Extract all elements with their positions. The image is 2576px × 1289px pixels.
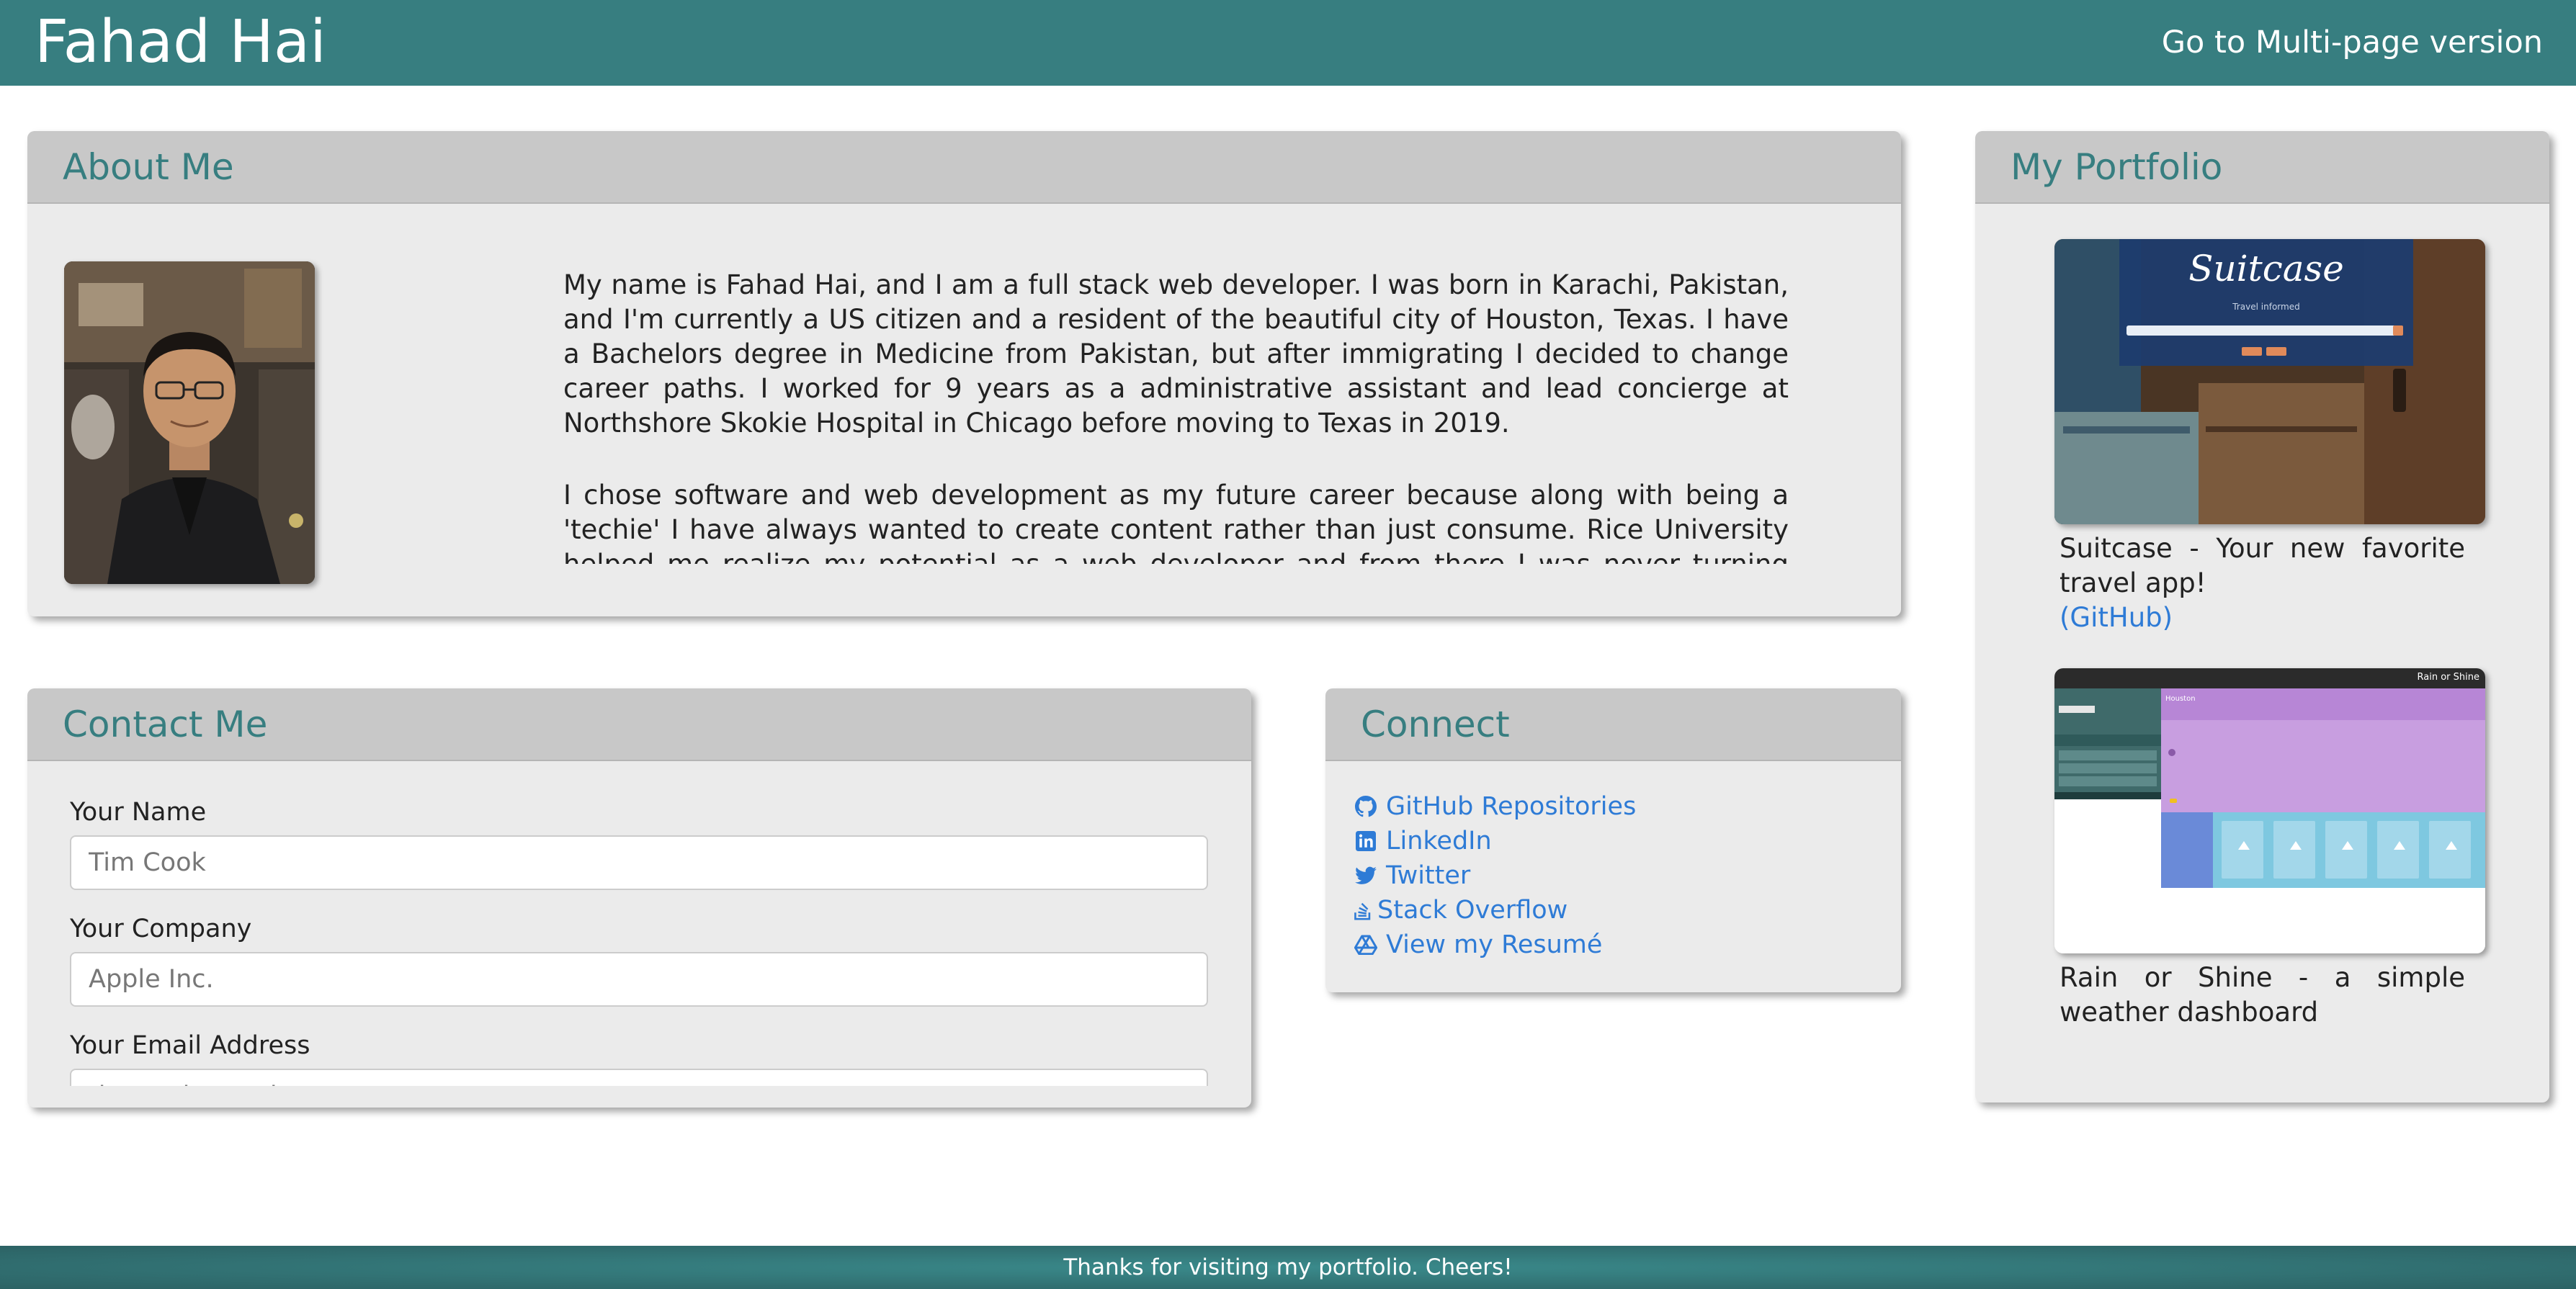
rain-or-shine-screenshot[interactable]: Rain or Shine Houston	[2054, 668, 2485, 953]
connect-links: GitHub Repositories LinkedIn Twitter Sta…	[1353, 789, 1636, 962]
github-link[interactable]: GitHub Repositories	[1353, 789, 1636, 824]
name-input[interactable]	[70, 835, 1208, 890]
email-label: Your Email Address	[70, 1031, 310, 1060]
stack-overflow-icon	[1353, 897, 1373, 923]
multipage-version-link[interactable]: Go to Multi-page version	[2162, 22, 2543, 63]
portfolio-card: My Portfolio Suitcase Travel informed Su…	[1975, 131, 2549, 1102]
top-navbar: Fahad Hai Go to Multi-page version	[0, 0, 2576, 86]
profile-photo	[64, 261, 315, 584]
contact-form: Your Name Your Company Your Email Addres…	[70, 798, 1208, 1086]
github-link-label: GitHub Repositories	[1386, 792, 1637, 821]
twitter-icon	[1353, 863, 1379, 889]
about-me-header: About Me	[27, 131, 1901, 204]
twitter-link[interactable]: Twitter	[1353, 858, 1636, 893]
rain-or-shine-screenshot-city: Houston	[2165, 695, 2196, 703]
name-label: Your Name	[70, 798, 207, 827]
linkedin-link[interactable]: LinkedIn	[1353, 824, 1636, 858]
company-input[interactable]	[70, 952, 1208, 1007]
bio-paragraph: My name is Fahad Hai, and I am a full st…	[563, 269, 1789, 439]
github-icon	[1353, 794, 1379, 819]
connect-header: Connect	[1325, 688, 1901, 761]
about-me-title: About Me	[63, 146, 234, 188]
resume-link-label: View my Resumé	[1386, 930, 1603, 959]
site-title: Fahad Hai	[35, 8, 326, 76]
suitcase-screenshot-title: Suitcase	[2188, 248, 2344, 289]
footer: Thanks for visiting my portfolio. Cheers…	[0, 1246, 2576, 1289]
linkedin-icon	[1353, 828, 1379, 854]
bio-paragraph: I chose software and web development as …	[563, 480, 1789, 564]
twitter-link-label: Twitter	[1386, 861, 1471, 890]
google-drive-icon	[1353, 932, 1379, 958]
suitcase-description-text: Suitcase - Your new favorite travel app!	[2060, 533, 2465, 598]
stack-overflow-link[interactable]: Stack Overflow	[1353, 893, 1636, 928]
suitcase-screenshot[interactable]: Suitcase Travel informed	[2054, 239, 2485, 524]
contact-me-title: Contact Me	[63, 704, 268, 745]
contact-me-header: Contact Me	[27, 688, 1251, 761]
footer-text: Thanks for visiting my portfolio. Cheers…	[1063, 1254, 1513, 1280]
stack-overflow-link-label: Stack Overflow	[1377, 896, 1568, 925]
about-me-bio: My name is Fahad Hai, and I am a full st…	[563, 268, 1789, 564]
email-input[interactable]	[70, 1069, 1208, 1086]
rain-or-shine-screenshot-title: Rain or Shine	[2417, 672, 2479, 683]
suitcase-github-link[interactable]: (GitHub)	[2060, 601, 2465, 635]
about-me-card: About Me My name is Fahad Hai, and I am …	[27, 131, 1901, 616]
connect-title: Connect	[1361, 704, 1510, 745]
suitcase-description: Suitcase - Your new favorite travel app!…	[2060, 531, 2465, 635]
rain-or-shine-description-text: Rain or Shine - a simple weather dashboa…	[2060, 962, 2465, 1028]
rain-or-shine-description: Rain or Shine - a simple weather dashboa…	[2060, 961, 2465, 1030]
portfolio-header: My Portfolio	[1975, 131, 2549, 204]
connect-card: Connect GitHub Repositories LinkedIn Twi…	[1325, 688, 1901, 992]
company-label: Your Company	[70, 915, 252, 943]
linkedin-link-label: LinkedIn	[1386, 827, 1492, 855]
portfolio-title: My Portfolio	[2011, 146, 2223, 188]
contact-me-card: Contact Me Your Name Your Company Your E…	[27, 688, 1251, 1108]
resume-link[interactable]: View my Resumé	[1353, 928, 1636, 962]
suitcase-screenshot-subtitle: Travel informed	[2232, 302, 2300, 312]
